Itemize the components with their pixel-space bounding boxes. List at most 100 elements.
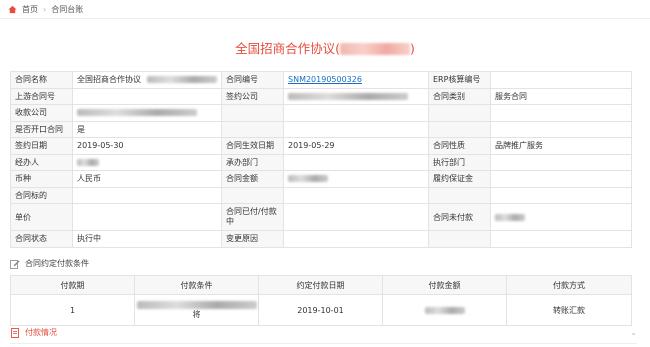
breadcrumb-current: 合同台账 [51, 4, 84, 14]
field-value: 全国招商合作协议 [72, 71, 222, 89]
info-row: 币种 人民币 合同金额 履约保证金 [10, 170, 632, 188]
field-value [283, 87, 429, 105]
info-row: 是否开口合同是 [10, 120, 632, 138]
redacted-text [495, 213, 525, 221]
field-label [428, 230, 491, 248]
field-label [428, 120, 491, 138]
field-value [72, 104, 222, 122]
payment-status-section[interactable]: 付款情况 ⌄ [10, 327, 637, 338]
field-value: 是 [72, 120, 222, 138]
field-label: 合同性质 [428, 137, 491, 155]
field-label [221, 104, 284, 122]
field-label: 是否开口合同 [10, 120, 73, 138]
field-value [490, 230, 632, 248]
redacted-text [288, 92, 408, 100]
page-title: 全国招商合作协议() [235, 41, 415, 56]
column-header: 约定付款日期 [258, 275, 383, 295]
field-value[interactable]: SNM20190500326 [283, 71, 429, 89]
table-cell [382, 294, 507, 326]
chevron-right-icon: › [43, 4, 47, 14]
field-value [283, 170, 429, 188]
redacted-text [147, 76, 217, 84]
home-icon[interactable] [8, 5, 17, 14]
field-label: 变更原因 [221, 230, 284, 248]
field-label: 上游合同号 [10, 87, 73, 105]
field-label: 履约保证金 [428, 170, 491, 188]
chevron-down-icon[interactable]: ⌄ [630, 328, 637, 337]
info-row: 合同名称 全国招商合作协议 合同编号 SNM20190500326 ERP核算编号 [10, 71, 632, 89]
table-row: 1 将 2019-10-01 转账汇款 [10, 294, 632, 326]
document-icon [11, 327, 19, 338]
field-label: 币种 [10, 170, 73, 188]
field-value [490, 71, 632, 89]
field-label: 合同编号 [221, 71, 284, 89]
table-cell: 1 [10, 294, 135, 326]
field-label: 合同未付款 [428, 203, 491, 231]
field-value: 品牌推广服务 [490, 137, 632, 155]
info-row: 上游合同号 签约公司 合同类别 服务合同 [10, 87, 632, 105]
field-value: 人民币 [72, 170, 222, 188]
field-label: 合同状态 [10, 230, 73, 248]
payment-status-title: 付款情况 [25, 328, 57, 337]
field-label: 经办人 [10, 153, 73, 171]
payment-terms-header: 合同约定付款条件 [10, 258, 89, 269]
field-value: 执行中 [72, 230, 222, 248]
field-value [283, 104, 429, 122]
field-value [72, 153, 222, 171]
field-label [428, 104, 491, 122]
field-label: 执行部门 [428, 153, 491, 171]
field-label: 合同名称 [10, 71, 73, 89]
field-label [428, 186, 491, 204]
field-label: 合同已付/付款中 [221, 203, 284, 231]
field-value [490, 203, 632, 231]
contract-info-table: 合同名称 全国招商合作协议 合同编号 SNM20190500326 ERP核算编号 上游合… [10, 71, 632, 248]
redacted-text [136, 300, 257, 309]
field-label: 签约日期 [10, 137, 73, 155]
contract-number-link[interactable]: SNM20190500326 [288, 75, 362, 84]
field-label: 合同生效日期 [221, 137, 284, 155]
condition-tail: 将 [192, 310, 201, 319]
redacted-text [288, 175, 328, 183]
field-value [72, 87, 222, 105]
breadcrumb: 首页 › 合同台账 [0, 0, 650, 18]
field-value [283, 120, 429, 138]
column-header: 付款金额 [382, 275, 507, 295]
info-row: 签约日期 2019-05-30 合同生效日期 2019-05-29 合同性质 品牌推广服务 [10, 137, 632, 155]
payment-table: 付款期 付款条件 约定付款日期 付款金额 付款方式 1 将 2019-10-01 转账汇款 [10, 275, 632, 326]
info-row: 单价 合同已付/付款中 合同未付款 [10, 203, 632, 231]
info-row: 合同状态 执行中 变更原因 [10, 230, 632, 248]
field-value [283, 153, 429, 171]
title-paren-right: ) [410, 41, 415, 56]
field-value: 2019-05-29 [283, 137, 429, 155]
field-value [283, 203, 429, 231]
field-value [490, 186, 632, 204]
field-label: 合同标的 [10, 186, 73, 204]
divider [10, 343, 637, 344]
payment-terms-title: 合同约定付款条件 [25, 259, 89, 268]
field-label: 合同类别 [428, 87, 491, 105]
field-value [490, 104, 632, 122]
field-label: ERP核算编号 [428, 71, 491, 89]
column-header: 付款方式 [506, 275, 632, 295]
title-redacted [340, 43, 410, 55]
field-value [283, 230, 429, 248]
field-value: 服务合同 [490, 87, 632, 105]
redacted-text [77, 158, 99, 166]
field-value [72, 203, 222, 231]
field-value [283, 186, 429, 204]
info-row: 经办人 承办部门 执行部门 [10, 153, 632, 171]
table-cell: 2019-10-01 [258, 294, 383, 326]
table-cell: 转账汇款 [506, 294, 632, 326]
table-cell: 将 [134, 294, 259, 326]
field-label [221, 120, 284, 138]
edit-icon [10, 259, 20, 269]
column-header: 付款条件 [134, 275, 259, 295]
info-row: 收款公司 [10, 104, 632, 122]
redacted-text [424, 306, 465, 314]
field-label: 合同金额 [221, 170, 284, 188]
field-value [490, 153, 632, 171]
field-value [490, 120, 632, 138]
field-label: 承办部门 [221, 153, 284, 171]
redacted-text [77, 109, 197, 117]
breadcrumb-home[interactable]: 首页 [22, 4, 38, 15]
